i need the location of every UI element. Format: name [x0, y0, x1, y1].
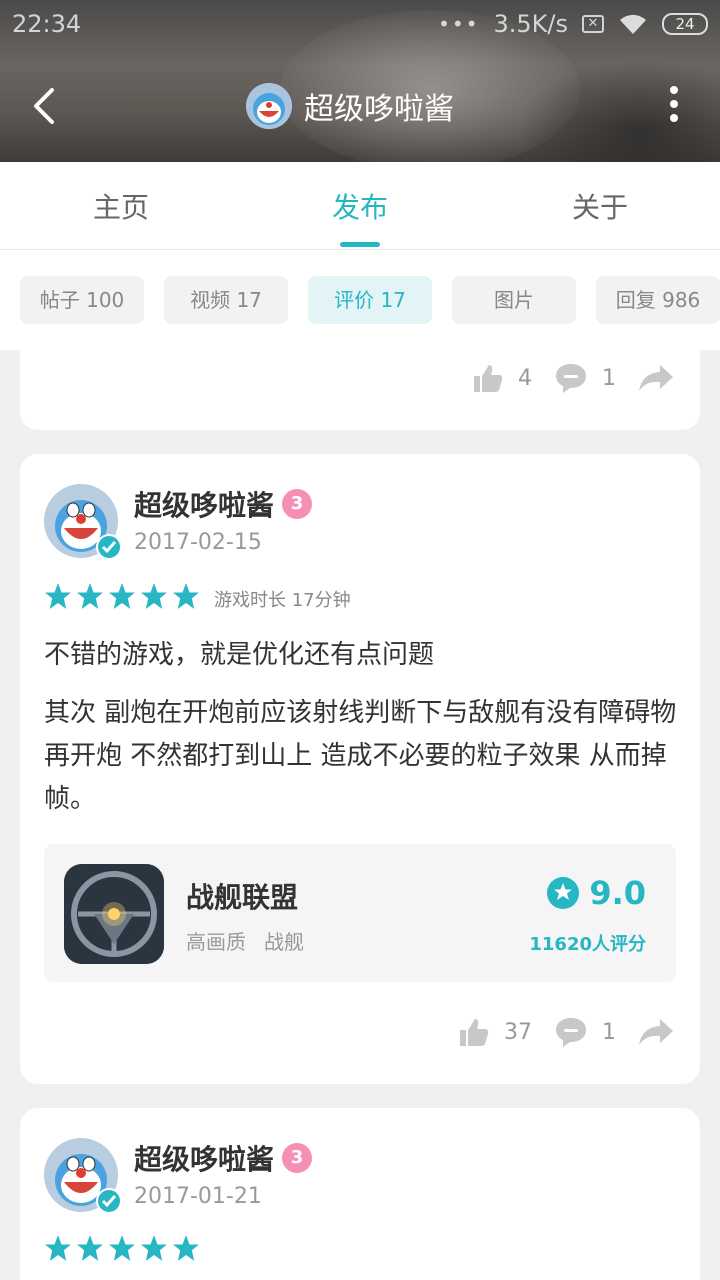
star-icon [109, 583, 135, 609]
avatar [246, 83, 292, 129]
more-dot-icon [670, 114, 678, 122]
battery-icon: 24 [662, 13, 708, 35]
comment-count: 1 [602, 365, 616, 391]
wifi-icon [620, 14, 646, 34]
comment-button[interactable]: 1 [554, 1016, 616, 1048]
like-count: 4 [518, 365, 532, 391]
verified-badge-icon [96, 534, 122, 560]
page-title: 超级哆啦酱 [304, 92, 454, 127]
level-badge-icon: 3 [282, 489, 313, 519]
post-date: 2017-02-15 [134, 530, 262, 555]
status-bar: 22:34 ••• 3.5K/s ✕ 24 [0, 0, 720, 52]
like-count: 37 [504, 1019, 532, 1045]
more-dot-icon [670, 100, 678, 108]
comment-count: 1 [602, 1019, 616, 1045]
author-avatar[interactable] [44, 1138, 122, 1214]
game-tags: 高画质 战舰 [186, 926, 304, 955]
comment-icon [556, 1018, 586, 1047]
tab-about[interactable]: 关于 [572, 186, 628, 226]
author-name[interactable]: 超级哆啦酱 3 [134, 1138, 313, 1178]
like-button[interactable]: 4 [472, 362, 532, 394]
star-icon [173, 1235, 199, 1261]
more-menu-button[interactable] [668, 86, 680, 126]
author-name-text: 超级哆啦酱 [134, 489, 275, 522]
star-rating [44, 582, 200, 610]
author-avatar[interactable] [44, 484, 122, 560]
game-name: 战舰联盟 [186, 881, 299, 914]
game-logo-image [64, 864, 164, 964]
game-rating-count: 11620人评分 [529, 934, 646, 955]
comment-button[interactable]: 1 [554, 362, 616, 394]
nav-bar: 超级哆啦酱 [0, 70, 720, 142]
star-icon [141, 583, 167, 609]
comment-icon [556, 364, 586, 393]
thumbs-up-icon [474, 365, 503, 392]
star-icon [45, 1235, 71, 1261]
review-card: 4 1 [20, 330, 700, 430]
no-sim-icon: ✕ [582, 15, 604, 33]
status-icons: ••• 3.5K/s ✕ 24 [438, 10, 708, 38]
filter-posts[interactable]: 帖子 100 [20, 276, 144, 324]
like-button[interactable]: 37 [458, 1016, 532, 1048]
header-user: 超级哆啦酱 [246, 80, 454, 132]
author-name[interactable]: 超级哆啦酱 3 [134, 484, 313, 524]
filter-videos[interactable]: 视频 17 [164, 276, 288, 324]
network-speed: 3.5K/s [493, 10, 569, 38]
tab-publish[interactable]: 发布 [332, 186, 388, 226]
post-date: 2017-01-21 [134, 1184, 262, 1209]
status-time: 22:34 [12, 10, 82, 38]
game-tag: 高画质 [186, 930, 246, 954]
level-badge-icon: 3 [282, 1143, 313, 1173]
review-actions: 37 1 [458, 1016, 674, 1048]
more-notifications-icon: ••• [438, 12, 480, 36]
game-card[interactable]: 战舰联盟 高画质 战舰 9.0 11620人评分 [44, 844, 676, 982]
verified-badge-icon [96, 1188, 122, 1214]
star-rating [44, 1234, 200, 1262]
active-tab-indicator [340, 242, 380, 247]
share-icon[interactable] [638, 363, 674, 393]
thumbs-up-icon [460, 1019, 489, 1046]
review-actions: 4 1 [472, 362, 674, 394]
filter-images[interactable]: 图片 [452, 276, 576, 324]
star-icon [77, 1235, 103, 1261]
game-score-value: 9.0 [589, 874, 646, 912]
game-tag: 战舰 [264, 930, 304, 954]
game-icon [64, 864, 164, 964]
play-time: 游戏时长 17分钟 [214, 590, 351, 611]
profile-tabs: 主页 发布 关于 [0, 162, 720, 250]
filter-replies[interactable]: 回复 986 [596, 276, 720, 324]
avatar-image [246, 83, 292, 129]
more-dot-icon [670, 86, 678, 94]
star-icon [141, 1235, 167, 1261]
review-body: 其次 副炮在开炮前应该射线判断下与敌舰有没有障碍物再开炮 不然都打到山上 造成不… [44, 698, 677, 814]
star-icon [109, 1235, 135, 1261]
star-icon [173, 583, 199, 609]
review-card[interactable]: 超级哆啦酱 3 2017-01-21 [20, 1108, 700, 1280]
game-score: 9.0 [547, 874, 646, 912]
filter-reviews[interactable]: 评价 17 [308, 276, 432, 324]
author-name-text: 超级哆啦酱 [134, 1143, 275, 1176]
review-card[interactable]: 超级哆啦酱 3 2017-02-15 游戏时长 17分钟 不错的游戏，就是优化还有… [20, 454, 700, 1084]
tab-home[interactable]: 主页 [93, 186, 149, 226]
profile-header: 22:34 ••• 3.5K/s ✕ 24 超级哆啦酱 [0, 0, 720, 162]
star-circle-icon [547, 877, 580, 909]
star-icon [77, 583, 103, 609]
back-button[interactable] [26, 84, 66, 128]
share-icon[interactable] [638, 1017, 674, 1047]
star-icon [45, 583, 71, 609]
review-title: 不错的游戏，就是优化还有点问题 [44, 640, 435, 670]
